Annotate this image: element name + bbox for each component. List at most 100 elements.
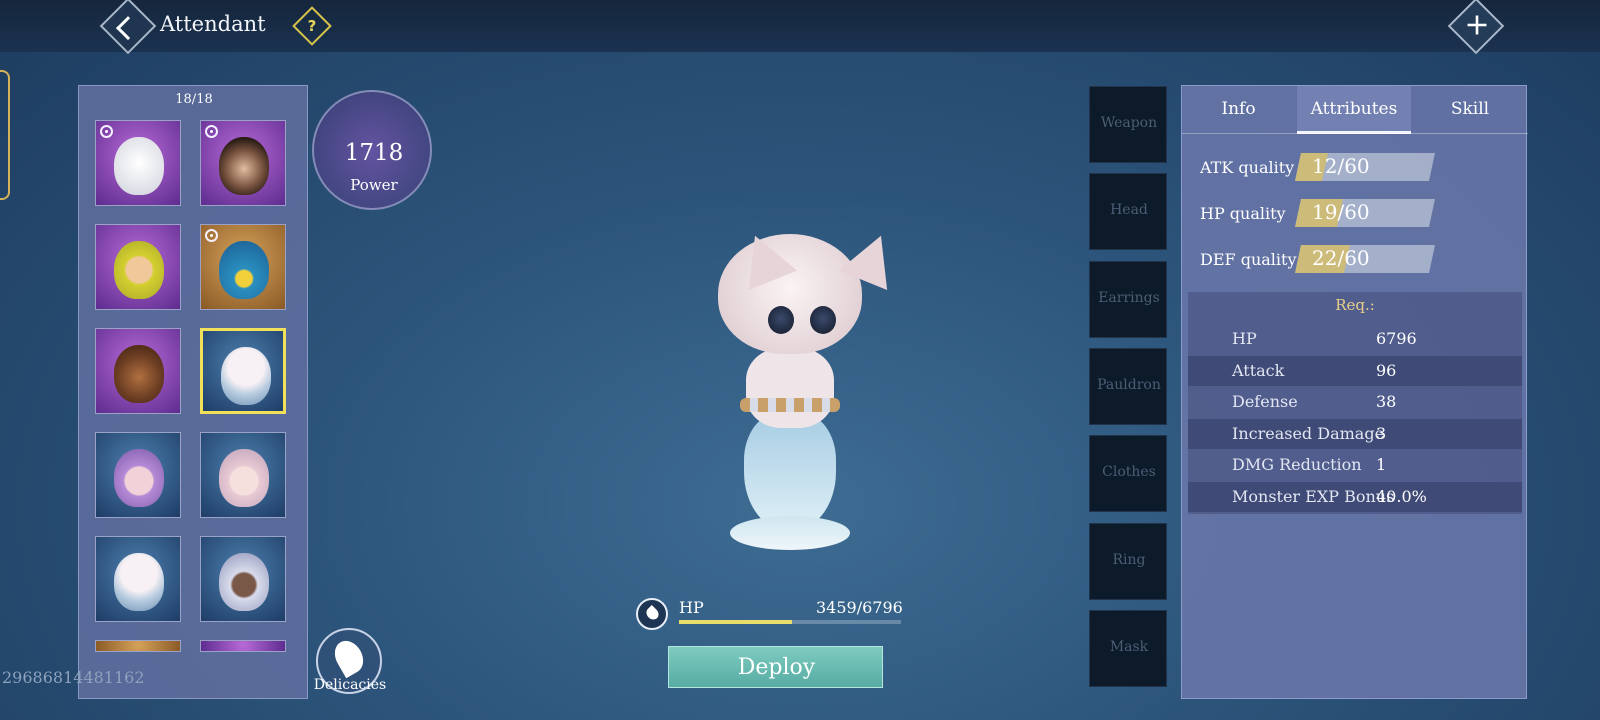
attributes-panel: Info Attributes Skill ATK quality 12/60 … bbox=[1181, 85, 1528, 699]
requirement-name: Attack bbox=[1232, 360, 1285, 380]
model-body bbox=[746, 348, 834, 428]
attendant-card-brown-bear[interactable] bbox=[95, 328, 181, 414]
model-ear-left bbox=[730, 226, 798, 290]
requirement-row: DMG Reduction 1 bbox=[1188, 450, 1522, 480]
hp-bar-fill bbox=[679, 620, 792, 624]
tab-info[interactable]: Info bbox=[1182, 86, 1295, 134]
brown-bear-portrait bbox=[114, 345, 164, 403]
mermaid-kitten-portrait bbox=[221, 347, 271, 405]
attendant-card-elder-king[interactable] bbox=[200, 536, 286, 622]
requirements-box: Req.: HP 6796 Attack 96 Defense 38 Increased D… bbox=[1188, 292, 1522, 514]
attendant-card-blue-parrot[interactable] bbox=[200, 224, 286, 310]
quality-label: ATK quality bbox=[1200, 158, 1295, 177]
requirement-value: 40.0% bbox=[1376, 486, 1427, 506]
tab-skill[interactable]: Skill bbox=[1413, 86, 1527, 134]
slot-head[interactable]: Head bbox=[1089, 173, 1167, 250]
requirement-row: Attack 96 bbox=[1188, 355, 1522, 386]
side-tab-handle[interactable] bbox=[0, 70, 10, 200]
attendant-card-yellow-haired-girl[interactable] bbox=[95, 224, 181, 310]
model-eye-left bbox=[768, 306, 794, 334]
power-label: Power bbox=[350, 176, 398, 194]
slot-ring[interactable]: Ring bbox=[1089, 523, 1167, 600]
attendant-model[interactable] bbox=[690, 220, 906, 560]
lock-icon bbox=[205, 125, 218, 138]
requirements-title: Req.: bbox=[1335, 296, 1375, 314]
slot-clothes[interactable]: Clothes bbox=[1089, 435, 1167, 512]
slot-label: Mask bbox=[1109, 639, 1149, 655]
requirement-value: 96 bbox=[1376, 360, 1397, 380]
deploy-label: Deploy bbox=[737, 655, 816, 680]
slot-label: Head bbox=[1110, 202, 1148, 218]
deploy-button[interactable]: Deploy bbox=[668, 646, 883, 688]
attendant-list-panel: 18/18 bbox=[78, 85, 308, 699]
player-id-watermark: 29686814481162 bbox=[2, 668, 145, 687]
slot-earrings[interactable]: Earrings bbox=[1089, 261, 1167, 338]
slot-label: Earrings bbox=[1098, 290, 1160, 306]
hp-label: HP bbox=[679, 598, 704, 617]
attendant-count: 18/18 bbox=[175, 92, 213, 107]
slot-label: Clothes bbox=[1102, 464, 1156, 480]
def-quality-row: DEF quality 22/60 bbox=[1200, 245, 1520, 275]
question-mark-icon: ? bbox=[307, 17, 317, 35]
requirement-value: 6796 bbox=[1376, 329, 1417, 348]
requirement-row: Monster EXP Bonus 40.0% bbox=[1188, 481, 1522, 512]
delicacies-label: Delicacies bbox=[313, 677, 387, 693]
lock-icon bbox=[205, 229, 218, 242]
model-shell-belt bbox=[740, 398, 840, 412]
power-badge: 1718 Power bbox=[312, 90, 432, 210]
quality-value: 19/60 bbox=[1312, 200, 1370, 224]
page-title: Attendant bbox=[160, 12, 266, 36]
elder-king-portrait bbox=[219, 553, 269, 611]
power-value: 1718 bbox=[344, 140, 404, 166]
hp-value: 3459/6796 bbox=[816, 598, 903, 617]
slot-label: Ring bbox=[1112, 552, 1146, 568]
slot-mask[interactable]: Mask bbox=[1089, 610, 1167, 687]
atk-quality-row: ATK quality 12/60 bbox=[1200, 153, 1520, 183]
model-head bbox=[718, 226, 906, 354]
slot-label: Pauldron bbox=[1097, 377, 1161, 393]
quality-value: 22/60 bbox=[1312, 246, 1370, 270]
pink-haired-girl-portrait bbox=[219, 449, 269, 507]
requirement-name: Defense bbox=[1232, 392, 1298, 411]
quality-label: DEF quality bbox=[1200, 250, 1297, 269]
requirement-row: Defense 38 bbox=[1188, 387, 1522, 417]
requirement-name: DMG Reduction bbox=[1232, 455, 1362, 474]
requirement-name: HP bbox=[1232, 329, 1257, 348]
attendant-card-pink-haired-girl[interactable] bbox=[200, 432, 286, 518]
purple-haired-girl-portrait bbox=[114, 449, 164, 507]
attendant-card-mermaid-kitten[interactable] bbox=[95, 536, 181, 622]
attendant-card-partial[interactable] bbox=[200, 640, 286, 652]
slot-weapon[interactable]: Weapon bbox=[1089, 86, 1167, 163]
quality-label: HP quality bbox=[1200, 204, 1286, 223]
model-eye-right bbox=[810, 306, 836, 334]
tab-divider bbox=[1182, 133, 1528, 134]
model-tail bbox=[744, 412, 836, 532]
requirement-value: 1 bbox=[1376, 455, 1387, 474]
attendant-card-white-fox[interactable] bbox=[95, 120, 181, 206]
hp-quality-row: HP quality 19/60 bbox=[1200, 199, 1520, 229]
tab-attributes[interactable]: Attributes bbox=[1297, 86, 1411, 134]
yellow-haired-girl-portrait bbox=[114, 241, 164, 299]
white-fox-portrait bbox=[114, 137, 164, 195]
model-fin bbox=[730, 516, 850, 550]
requirement-row: Increased Damage 3 bbox=[1188, 418, 1522, 449]
requirement-value: 38 bbox=[1376, 392, 1397, 411]
attendant-card-purple-haired-girl[interactable] bbox=[95, 432, 181, 518]
mermaid-kitten-portrait bbox=[114, 553, 164, 611]
quality-value: 12/60 bbox=[1312, 154, 1370, 178]
hp-bar bbox=[679, 620, 901, 624]
model-ear-right bbox=[838, 226, 906, 290]
slot-label: Weapon bbox=[1100, 115, 1158, 131]
slot-pauldron[interactable]: Pauldron bbox=[1089, 348, 1167, 425]
requirement-row: HP 6796 bbox=[1188, 324, 1522, 354]
blue-parrot-portrait bbox=[219, 241, 269, 299]
requirement-name: Increased Damage bbox=[1232, 423, 1385, 443]
attendant-card-partial[interactable] bbox=[95, 640, 181, 652]
requirement-value: 3 bbox=[1376, 423, 1387, 443]
feather-icon bbox=[329, 635, 369, 679]
water-drop-icon bbox=[636, 598, 668, 630]
attendant-card-mermaid-kitten[interactable] bbox=[200, 328, 286, 414]
requirement-name: Monster EXP Bonus bbox=[1232, 486, 1395, 506]
attendant-card-chimpanzee[interactable] bbox=[200, 120, 286, 206]
chimpanzee-portrait bbox=[219, 137, 269, 195]
